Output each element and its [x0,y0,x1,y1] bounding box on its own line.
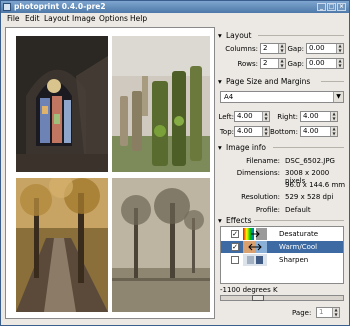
expander-down-icon: ▾ [218,216,222,225]
sharpen-checkbox[interactable] [231,256,239,264]
page-label: Page: [292,309,312,317]
app-icon [3,3,11,11]
menu-layout[interactable]: Layout [44,14,70,23]
autumn-path-image [16,178,108,312]
effects-section-header[interactable]: ▾ Effects [218,216,252,225]
effect-row-warm-cool[interactable]: ✓ Warm/Cool [221,241,343,253]
menu-help[interactable]: Help [130,14,147,23]
menu-image[interactable]: Image [72,14,96,23]
right-margin-label: Right: [277,113,298,121]
slider-thumb[interactable] [252,295,264,301]
desaturate-checkbox[interactable]: ✓ [231,230,239,238]
menu-options[interactable]: Options [99,14,128,23]
columns-stepper[interactable]: 2 ▲ ▼ [260,43,286,54]
effect-name: Warm/Cool [279,243,318,251]
page-stepper[interactable]: 1 ▲ ▼ [316,307,340,318]
columns-label: Columns: [225,45,258,53]
top-margin-stepper[interactable]: 4.00 ▲ ▼ [234,126,270,137]
paper-size-select[interactable]: A4 ▼ [220,91,344,103]
desaturate-icon [243,228,267,240]
sepia-trees-image [112,178,210,312]
warm-cool-icon [243,241,267,253]
divider [321,81,344,82]
sharpen-icon [243,254,267,266]
image-info-section-header[interactable]: ▾ Image info [218,143,266,152]
bottom-margin-stepper[interactable]: 4.00 ▲ ▼ [300,126,338,137]
effect-row-sharpen[interactable]: Sharpen [221,254,343,266]
divider [254,220,344,221]
photo-autumn-path[interactable] [16,178,108,312]
photo-stained-glass[interactable] [16,36,108,172]
photo-mossy-posts[interactable] [112,36,210,172]
left-margin-label: Left: [218,113,234,121]
photo-sepia-trees[interactable] [112,178,210,312]
dimensions-label: Dimensions: [236,169,280,177]
dropdown-arrow-icon: ▼ [333,92,343,102]
dimensions-mm-value: 96.0 x 144.6 mm [285,181,346,189]
minimize-button[interactable]: _ [317,3,326,11]
stepper-arrows-icon[interactable]: ▲ ▼ [278,43,285,53]
divider [273,147,344,148]
resolution-label: Resolution: [241,193,280,201]
warm-cool-checkbox[interactable]: ✓ [231,243,239,251]
filename-value: DSC_6502.JPG [285,157,335,165]
effect-parameter-slider[interactable] [220,295,344,301]
stepper-arrows-icon[interactable]: ▲ ▼ [332,307,339,317]
stepper-arrows-icon[interactable]: ▲ ▼ [278,58,285,68]
title-bar[interactable]: photoprint 0.4.0-pre2 _ □ × [1,1,349,13]
effect-parameter-label: -1100 degrees K [220,286,278,294]
maximize-button[interactable]: □ [327,3,336,11]
left-margin-stepper[interactable]: 4.00 ▲ ▼ [234,111,270,122]
profile-label: Profile: [255,206,280,214]
stepper-arrows-icon[interactable]: ▲ ▼ [262,111,269,121]
resolution-value: 529 x 528 dpi [285,193,334,201]
layout-section-header[interactable]: ▾ Layout [218,31,252,40]
settings-panel: ▾ Layout Columns: 2 ▲ ▼ Gap: 0.00 ▲ ▼ Rows:… [218,27,346,327]
divider [258,35,344,36]
stepper-arrows-icon[interactable]: ▲ ▼ [336,58,343,68]
gap-label: Gap: [287,60,304,68]
page-size-section-header[interactable]: ▾ Page Size and Margins [218,77,310,86]
menu-bar: File Edit Layout Image Options Help [1,13,349,24]
app-window: photoprint 0.4.0-pre2 _ □ × File Edit La… [0,0,350,326]
effect-name: Desaturate [279,230,319,238]
filename-label: Filename: [246,157,280,165]
menu-edit[interactable]: Edit [25,14,40,23]
expander-down-icon: ▾ [218,143,222,152]
page-preview[interactable] [5,27,215,319]
close-button[interactable]: × [337,3,346,11]
effects-list: ✓ Desaturate ✓ Warm/Cool Sharpen [220,226,344,284]
rows-stepper[interactable]: 2 ▲ ▼ [260,58,286,69]
top-margin-label: Top: [219,128,234,136]
effect-row-desaturate[interactable]: ✓ Desaturate [221,228,343,240]
column-gap-stepper[interactable]: 0.00 ▲ ▼ [306,43,344,54]
mossy-posts-image [112,36,210,172]
rows-label: Rows: [237,60,258,68]
effect-name: Sharpen [279,256,309,264]
stepper-arrows-icon[interactable]: ▲ ▼ [336,43,343,53]
window-title: photoprint 0.4.0-pre2 [14,2,106,11]
gap-label: Gap: [287,45,304,53]
stepper-arrows-icon[interactable]: ▲ ▼ [330,111,337,121]
row-gap-stepper[interactable]: 0.00 ▲ ▼ [306,58,344,69]
right-margin-stepper[interactable]: 4.00 ▲ ▼ [300,111,338,122]
bottom-margin-label: Bottom: [269,128,298,136]
profile-value: Default [285,206,311,214]
stepper-arrows-icon[interactable]: ▲ ▼ [330,126,337,136]
menu-file[interactable]: File [7,14,20,23]
expander-down-icon: ▾ [218,77,222,86]
stained-glass-image [16,36,108,172]
expander-down-icon: ▾ [218,31,222,40]
